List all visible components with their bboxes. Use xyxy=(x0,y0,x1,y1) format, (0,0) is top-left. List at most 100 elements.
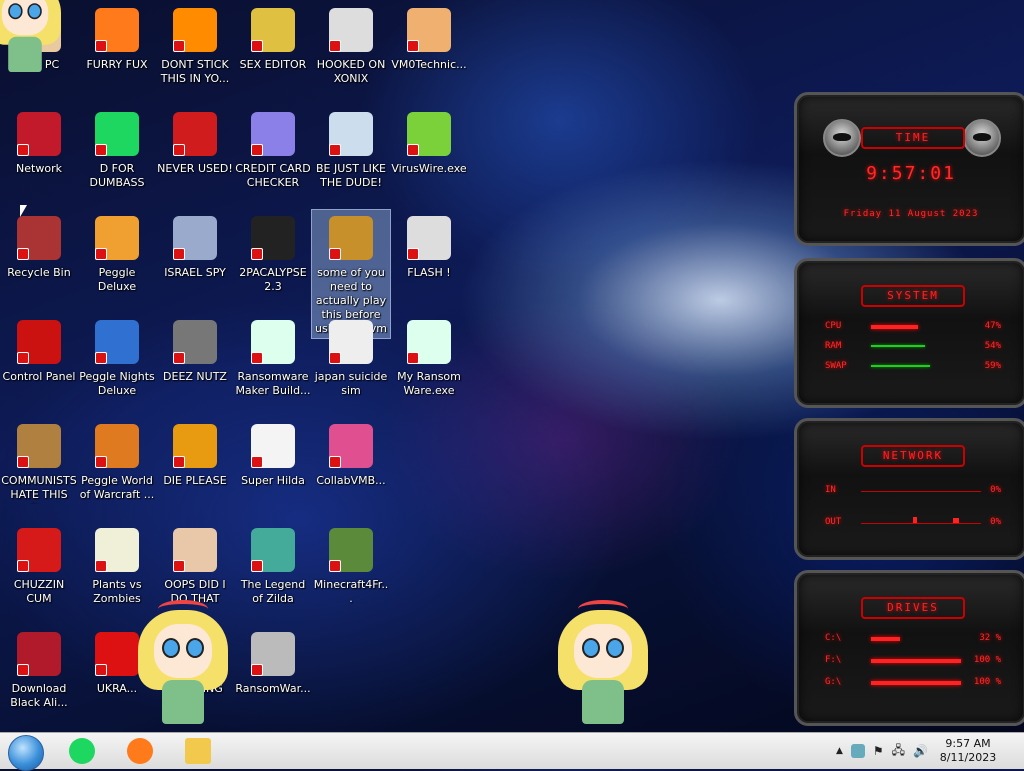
shortcut-arrow-icon xyxy=(173,248,185,260)
desktop-icon[interactable]: Control Panel xyxy=(0,314,78,414)
desktop-icon[interactable]: Minecraft4Fr... xyxy=(312,522,390,622)
desktop-icon-label: CHUZZIN CUM xyxy=(13,578,65,605)
elf-icon xyxy=(329,112,373,156)
system-row-ram: RAM 54% xyxy=(825,341,1001,351)
vlc-icon xyxy=(173,8,217,52)
desktop-icon[interactable]: DIE PLEASE xyxy=(156,418,234,518)
desktop-icon-label: The Legend of Zilda xyxy=(240,578,306,605)
shortcut-arrow-icon xyxy=(251,248,263,260)
desktop-icon[interactable]: 2PACALYPSE 2.3 xyxy=(234,210,312,310)
firefox-icon xyxy=(127,738,153,764)
start-button[interactable] xyxy=(8,735,44,771)
desktop-icon[interactable]: My Ransom Ware.exe xyxy=(390,314,468,414)
desktop-icon[interactable]: Network xyxy=(0,106,78,206)
shortcut-arrow-icon xyxy=(95,664,107,676)
desktop-icon-label: BE JUST LIKE THE DUDE! xyxy=(315,162,387,189)
taskbar-clock[interactable]: 9:57 AM 8/11/2023 xyxy=(932,737,1004,765)
drive-usage-bar xyxy=(871,637,900,641)
desktop-icon-label: SEX EDITOR xyxy=(239,58,307,71)
credit-card-icon xyxy=(251,112,295,156)
app-tray-icon[interactable] xyxy=(850,744,865,758)
alien-head-icon xyxy=(963,119,1001,157)
usage-bar xyxy=(871,345,925,347)
firefox-app[interactable] xyxy=(118,735,162,767)
desktop-icon-label: FURRY FUX xyxy=(86,58,148,71)
spy-network-icon xyxy=(173,216,217,260)
desktop-icon[interactable]: SEX EDITOR xyxy=(234,2,312,102)
desktop-icon[interactable]: The Legend of Zilda xyxy=(234,522,312,622)
desktop-icon-label: Ransomware Maker Build... xyxy=(235,370,311,397)
desktop-icon[interactable]: D FOR DUMBASS xyxy=(78,106,156,206)
desktop-icon-label: Super Hilda xyxy=(241,474,305,487)
desktop-icon[interactable]: japan suicide sim xyxy=(312,314,390,414)
show-hidden-icons-button[interactable]: ▲ xyxy=(836,746,843,756)
explorer-app[interactable] xyxy=(176,735,220,767)
flag-icon[interactable]: ⚑ xyxy=(873,744,884,758)
folder-icon xyxy=(185,738,211,764)
terminal-icon xyxy=(251,216,295,260)
desktop-icon-label: Minecraft4Fr... xyxy=(313,578,389,605)
desktop-icon-label: NEVER USED! xyxy=(157,162,233,175)
desktop-icon-label: japan suicide sim xyxy=(314,370,388,397)
shortcut-arrow-icon xyxy=(329,40,341,52)
flower-icon xyxy=(95,528,139,572)
desktop-icon[interactable]: DONT STICK THIS IN YO... xyxy=(156,2,234,102)
desktop-icon[interactable]: FURRY FUX xyxy=(78,2,156,102)
desktop-icon[interactable]: Peggle Nights Deluxe xyxy=(78,314,156,414)
technician-icon xyxy=(407,8,451,52)
network-icon[interactable]: 🖧 xyxy=(892,741,905,762)
volume-icon[interactable]: 🔊 xyxy=(913,744,928,758)
desktop-icon[interactable]: ISRAEL SPY xyxy=(156,210,234,310)
desktop-icon[interactable]: CollabVMB... xyxy=(312,418,390,518)
network-icon xyxy=(17,112,61,156)
shortcut-arrow-icon xyxy=(407,248,419,260)
desktop-icon-label: VirusWire.exe xyxy=(391,162,467,175)
spotify-app[interactable] xyxy=(60,735,104,767)
shortcut-arrow-icon xyxy=(17,456,29,468)
desktop-icon[interactable]: Peggle Deluxe xyxy=(78,210,156,310)
recycle-bin-icon xyxy=(17,216,61,260)
desktop-icon[interactable]: COMMUNISTS HATE THIS G... xyxy=(0,418,78,518)
shortcut-arrow-icon xyxy=(95,40,107,52)
shortcut-arrow-icon xyxy=(329,352,341,364)
app-window-icon xyxy=(251,320,295,364)
desktop-icon[interactable]: Download Black Ali... xyxy=(0,626,78,726)
desktop-icon-label: CollabVMB... xyxy=(316,474,386,487)
desktop-icon[interactable]: CREDIT CARD CHECKER xyxy=(234,106,312,206)
shortcut-arrow-icon xyxy=(329,560,341,572)
shortcut-arrow-icon xyxy=(95,560,107,572)
desktop-icon[interactable]: VM0Technic... xyxy=(390,2,468,102)
desktop[interactable]: This PCFURRY FUXDONT STICK THIS IN YO...… xyxy=(0,0,1024,732)
desktop-icon-label: DIE PLEASE xyxy=(163,474,227,487)
desktop-icon[interactable]: CHUZZIN CUM xyxy=(0,522,78,622)
stack-windows-icon xyxy=(173,320,217,364)
desktop-icon[interactable]: Peggle World of Warcraft ... xyxy=(78,418,156,518)
desktop-icon[interactable]: BE JUST LIKE THE DUDE! xyxy=(312,106,390,206)
desktop-icon[interactable]: Recycle Bin xyxy=(0,210,78,310)
desktop-icon-label: D FOR DUMBASS xyxy=(89,162,145,189)
desktop-icon[interactable]: FLASH ! xyxy=(390,210,468,310)
hxd-icon xyxy=(251,8,295,52)
peggle-icon xyxy=(95,216,139,260)
grass-block-icon xyxy=(329,528,373,572)
app-window-icon xyxy=(407,320,451,364)
desktop-icon-label: Control Panel xyxy=(2,370,76,383)
desktop-icon[interactable]: RansomWar... xyxy=(234,626,312,726)
shortcut-arrow-icon xyxy=(17,560,29,572)
desktop-icon[interactable]: HOOKED ON XONIX xyxy=(312,2,390,102)
shortcut-arrow-icon xyxy=(17,144,29,156)
shortcut-arrow-icon xyxy=(251,40,263,52)
devcpp-icon xyxy=(173,112,217,156)
clock-date: 8/11/2023 xyxy=(939,751,997,764)
desktop-icon[interactable]: DEEZ NUTZ xyxy=(156,314,234,414)
desktop-icon[interactable]: Ransomware Maker Build... xyxy=(234,314,312,414)
desktop-icon[interactable]: NEVER USED! xyxy=(156,106,234,206)
shortcut-arrow-icon xyxy=(329,144,341,156)
desktop-icon-label: VM0Technic... xyxy=(391,58,467,71)
taskbar: ▲ ⚑ 🖧 🔊 9:57 AM 8/11/2023 xyxy=(0,732,1024,771)
system-panel-title: SYSTEM xyxy=(861,285,965,307)
desktop-icon[interactable]: Super Hilda xyxy=(234,418,312,518)
desktop-icon[interactable]: VirusWire.exe xyxy=(390,106,468,206)
shortcut-arrow-icon xyxy=(251,560,263,572)
shortcut-arrow-icon xyxy=(95,456,107,468)
